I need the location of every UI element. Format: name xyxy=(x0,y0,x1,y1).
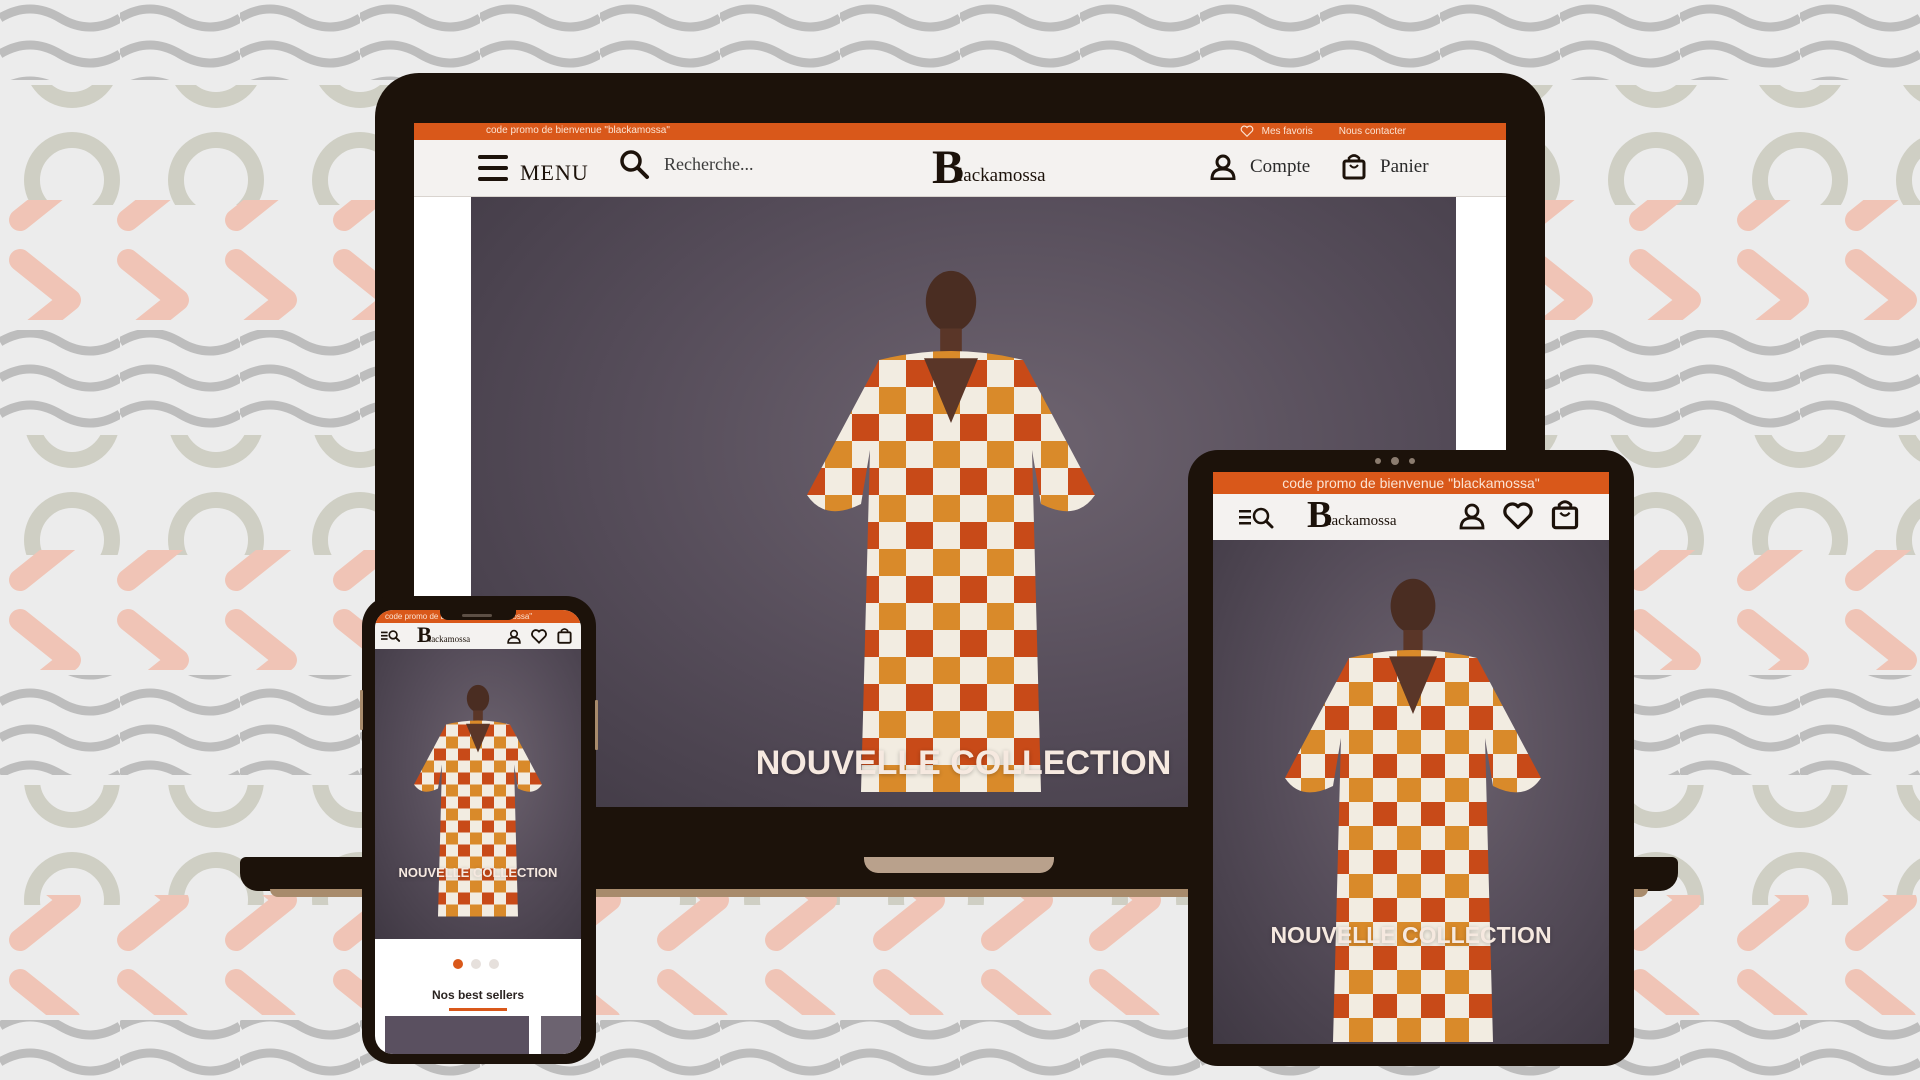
cart-link[interactable]: Panier xyxy=(1342,154,1429,180)
shopping-bag-icon xyxy=(1342,154,1366,180)
tablet-brand-logo[interactable]: B lackamossa xyxy=(1307,496,1397,534)
menu-search-combo-icon[interactable] xyxy=(1239,504,1279,532)
contact-link[interactable]: Nous contacter xyxy=(1339,126,1406,137)
phone-speaker xyxy=(462,614,492,617)
hamburger-menu-icon xyxy=(478,155,508,181)
carousel-dot[interactable] xyxy=(489,959,499,969)
laptop-trackpad-notch xyxy=(864,857,1054,873)
phone-side-button xyxy=(360,690,363,730)
account-label: Compte xyxy=(1250,156,1311,177)
promo-text: code promo de bienvenue "blackamossa" xyxy=(486,125,670,136)
phone-brand-logo[interactable]: B lackamossa xyxy=(417,624,470,646)
tablet-camera xyxy=(1391,457,1399,465)
cart-label: Panier xyxy=(1380,156,1429,177)
hero-model-image xyxy=(414,684,542,917)
brand-logo[interactable]: B lackamossa xyxy=(932,144,1046,192)
hero-model-image xyxy=(1285,578,1541,1042)
phone-side-button xyxy=(595,700,598,750)
brand-name: lackamossa xyxy=(958,165,1046,186)
tablet-camera xyxy=(1375,458,1381,464)
carousel-dot[interactable] xyxy=(471,959,481,969)
hero-title: NOUVELLE COLLECTION xyxy=(1270,922,1552,948)
tablet-promo-banner: code promo de bienvenue "blackamossa" xyxy=(1213,472,1609,494)
product-thumbnail[interactable] xyxy=(385,1016,529,1054)
hero-model-image xyxy=(807,270,1095,792)
brand-name: lackamossa xyxy=(428,634,471,644)
search-bar[interactable] xyxy=(618,148,776,180)
shopping-bag-icon[interactable] xyxy=(1551,500,1579,530)
desktop-header: MENU B lackamossa Compte xyxy=(414,140,1506,197)
heart-icon[interactable] xyxy=(1503,502,1533,530)
tablet-screen: code promo de bienvenue "blackamossa" B … xyxy=(1213,472,1609,1044)
menu-search-combo-icon[interactable] xyxy=(381,628,403,644)
favorites-link[interactable]: Mes favoris xyxy=(1240,125,1313,137)
heart-icon xyxy=(1240,125,1253,137)
shopping-bag-icon[interactable] xyxy=(557,628,572,644)
hero-title: NOUVELLE COLLECTION xyxy=(398,865,558,880)
tablet-header: B lackamossa xyxy=(1213,494,1609,540)
best-sellers-underline xyxy=(449,1008,507,1011)
favorites-label: Mes favoris xyxy=(1261,125,1313,137)
product-thumbnail[interactable] xyxy=(541,1016,581,1054)
best-sellers-title: Nos best sellers xyxy=(431,988,525,1002)
account-link[interactable]: Compte xyxy=(1210,154,1310,180)
user-icon[interactable] xyxy=(507,629,521,644)
phone-screen: code promo de bienvenue "blackamossa" B … xyxy=(375,610,581,1054)
brand-name: lackamossa xyxy=(1327,513,1397,529)
heart-icon[interactable] xyxy=(531,629,547,644)
search-icon[interactable] xyxy=(618,148,650,180)
user-icon xyxy=(1210,154,1236,180)
menu-label: MENU xyxy=(520,160,589,185)
tablet-camera xyxy=(1409,458,1415,464)
menu-button[interactable]: MENU xyxy=(478,150,589,186)
search-input[interactable] xyxy=(662,152,776,176)
promo-banner: code promo de bienvenue "blackamossa" Me… xyxy=(414,123,1506,140)
carousel-dots xyxy=(453,959,499,969)
tablet-hero-banner[interactable]: NOUVELLE COLLECTION xyxy=(1213,540,1609,1044)
carousel-dot[interactable] xyxy=(453,959,463,969)
phone-header: B lackamossa xyxy=(375,623,581,649)
user-icon[interactable] xyxy=(1459,502,1485,530)
phone-hero-banner[interactable]: NOUVELLE COLLECTION xyxy=(375,649,581,939)
